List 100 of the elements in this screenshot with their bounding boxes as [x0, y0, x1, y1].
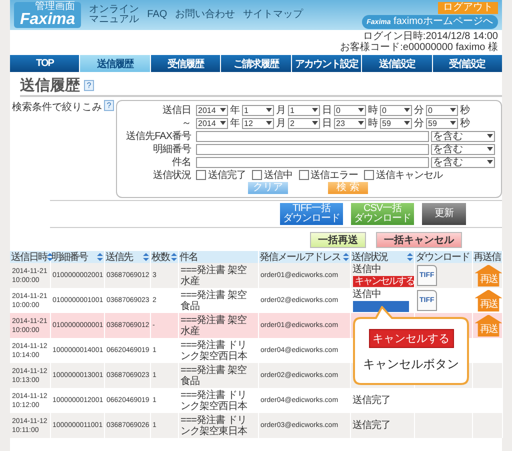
nav-link[interactable]: サイトマップ	[243, 10, 304, 20]
nav-tab[interactable]: ご請求履歴	[221, 55, 291, 72]
table-cell: ===発注書 ドリンク架空東日本	[180, 414, 247, 436]
unit-label: 年	[230, 104, 240, 117]
caret-icon	[450, 108, 456, 112]
table-cell: ===発注書 ドリンク架空西日本	[180, 390, 247, 412]
unit-label: 秒	[460, 104, 470, 117]
dropdown[interactable]: 59	[426, 118, 458, 128]
checkbox[interactable]	[196, 170, 206, 180]
dropdown[interactable]: 12	[242, 118, 274, 128]
field-label: 明細番号	[152, 142, 191, 156]
checkbox-label: 送信中	[264, 168, 292, 182]
dropdown[interactable]: 23	[334, 118, 366, 128]
field-label: 送信状況	[152, 168, 191, 182]
sort-icon[interactable]	[47, 253, 53, 261]
table-cell: ===発注書 架空水産	[180, 314, 246, 336]
column-header: 送信先	[106, 252, 132, 262]
nav-tab[interactable]: 送信設定	[362, 55, 432, 72]
filter-label: 検索条件で絞りこみ	[12, 100, 102, 114]
field-label: 送信先FAX番号	[125, 130, 191, 143]
unit-label: 日	[322, 117, 332, 130]
field-label: ～	[180, 117, 191, 130]
caret-icon	[487, 160, 493, 164]
unit-label: 秒	[460, 116, 470, 130]
column-header: ダウンロード	[416, 252, 470, 262]
bulk-action-button[interactable]: 一括キャンセル	[376, 232, 462, 248]
caret-icon	[220, 121, 226, 125]
caret-icon	[312, 108, 318, 112]
caret-icon	[487, 134, 493, 138]
checkbox[interactable]	[252, 170, 262, 180]
column-header: 件名	[180, 252, 198, 262]
page-title: 送信履歴	[20, 76, 80, 94]
text-field[interactable]	[196, 130, 429, 142]
unit-label: 年	[230, 117, 240, 130]
caret-icon	[487, 147, 493, 151]
status-badge	[352, 301, 408, 312]
caret-icon	[404, 108, 410, 112]
nav-tab[interactable]: 送信履歴	[80, 55, 150, 72]
column-header: 発信メールアドレス	[260, 252, 340, 262]
caret-icon	[450, 121, 456, 125]
nav-link[interactable]: オンライン マニュアル	[89, 4, 140, 26]
unit-label: 分	[414, 117, 424, 130]
checkbox[interactable]	[364, 170, 374, 180]
unit-label: 日	[322, 104, 332, 117]
login-info: お客様コード:e00000000 faximo 様	[340, 42, 498, 53]
status-badge[interactable]: キャンセルする	[352, 276, 413, 287]
dropdown[interactable]: 1	[242, 104, 274, 116]
dropdown[interactable]: 2014	[196, 104, 228, 116]
help-button[interactable]: ?	[84, 80, 94, 90]
dropdown[interactable]: 1	[288, 104, 320, 116]
table-cell: ===発注書 ドリンク架空西日本	[180, 340, 247, 362]
table-cell: 送信完了	[352, 395, 390, 406]
unit-label: 分	[414, 104, 424, 117]
table-cell: 送信完了	[352, 420, 390, 431]
column-header: 明細番号	[52, 252, 88, 262]
checkbox-label: 送信エラー	[310, 169, 358, 182]
dropdown[interactable]: 0	[380, 104, 412, 116]
dropdown[interactable]: を含む	[431, 130, 495, 142]
text-field[interactable]	[196, 144, 429, 154]
table-cell: 送信中	[352, 289, 381, 300]
unit-label: 時	[368, 116, 378, 130]
caret-icon	[220, 108, 226, 112]
checkbox-label: 送信キャンセル	[376, 169, 442, 182]
nav-tab[interactable]: 受信履歴	[150, 55, 220, 72]
caret-icon	[358, 121, 364, 125]
dropdown[interactable]: 2	[288, 118, 320, 128]
cancel-button[interactable]: キャンセルする	[368, 329, 454, 348]
action-button[interactable]: 更新	[422, 203, 466, 225]
nav-link[interactable]: FAQ	[147, 10, 168, 20]
dropdown[interactable]: を含む	[431, 156, 495, 168]
nav-link[interactable]: お問い合わせ	[175, 10, 236, 20]
checkbox[interactable]	[298, 170, 308, 180]
caret-icon	[266, 108, 272, 112]
unit-label: 月	[276, 117, 286, 130]
caret-icon	[358, 108, 364, 112]
unit-label: 時	[368, 104, 378, 117]
caret-icon	[404, 121, 410, 125]
caret-icon	[312, 121, 318, 125]
dropdown[interactable]: 0	[334, 104, 366, 116]
field-label: 送信日	[162, 104, 191, 117]
column-header: 再送信	[474, 252, 500, 262]
bulk-action-button[interactable]: 一括再送	[310, 232, 366, 248]
table-cell: ===発注書 架空水産	[180, 264, 246, 286]
table-cell: ===発注書 架空食品	[180, 290, 246, 312]
unit-label: 月	[276, 104, 286, 117]
login-info: ログイン日時:2014/12/8 14:00	[362, 31, 498, 42]
column-header: 枚数	[152, 252, 170, 262]
nav-tab[interactable]: 受信設定	[432, 55, 502, 72]
text-field[interactable]	[196, 156, 429, 168]
caret-icon	[266, 121, 272, 125]
nav-tab[interactable]: アカウント設定	[292, 55, 362, 72]
dropdown[interactable]: 2014	[196, 118, 228, 128]
help-button[interactable]: ?	[104, 100, 114, 111]
dropdown[interactable]: 59	[380, 118, 412, 128]
field-label: 件名	[171, 156, 191, 169]
column-header: 送信状況	[352, 252, 388, 262]
action-button[interactable]: TIFF一括 ダウンロード	[280, 203, 343, 225]
dropdown[interactable]: 0	[426, 104, 458, 116]
nav-tab[interactable]: TOP	[10, 55, 80, 72]
dropdown[interactable]: を含む	[431, 144, 495, 154]
